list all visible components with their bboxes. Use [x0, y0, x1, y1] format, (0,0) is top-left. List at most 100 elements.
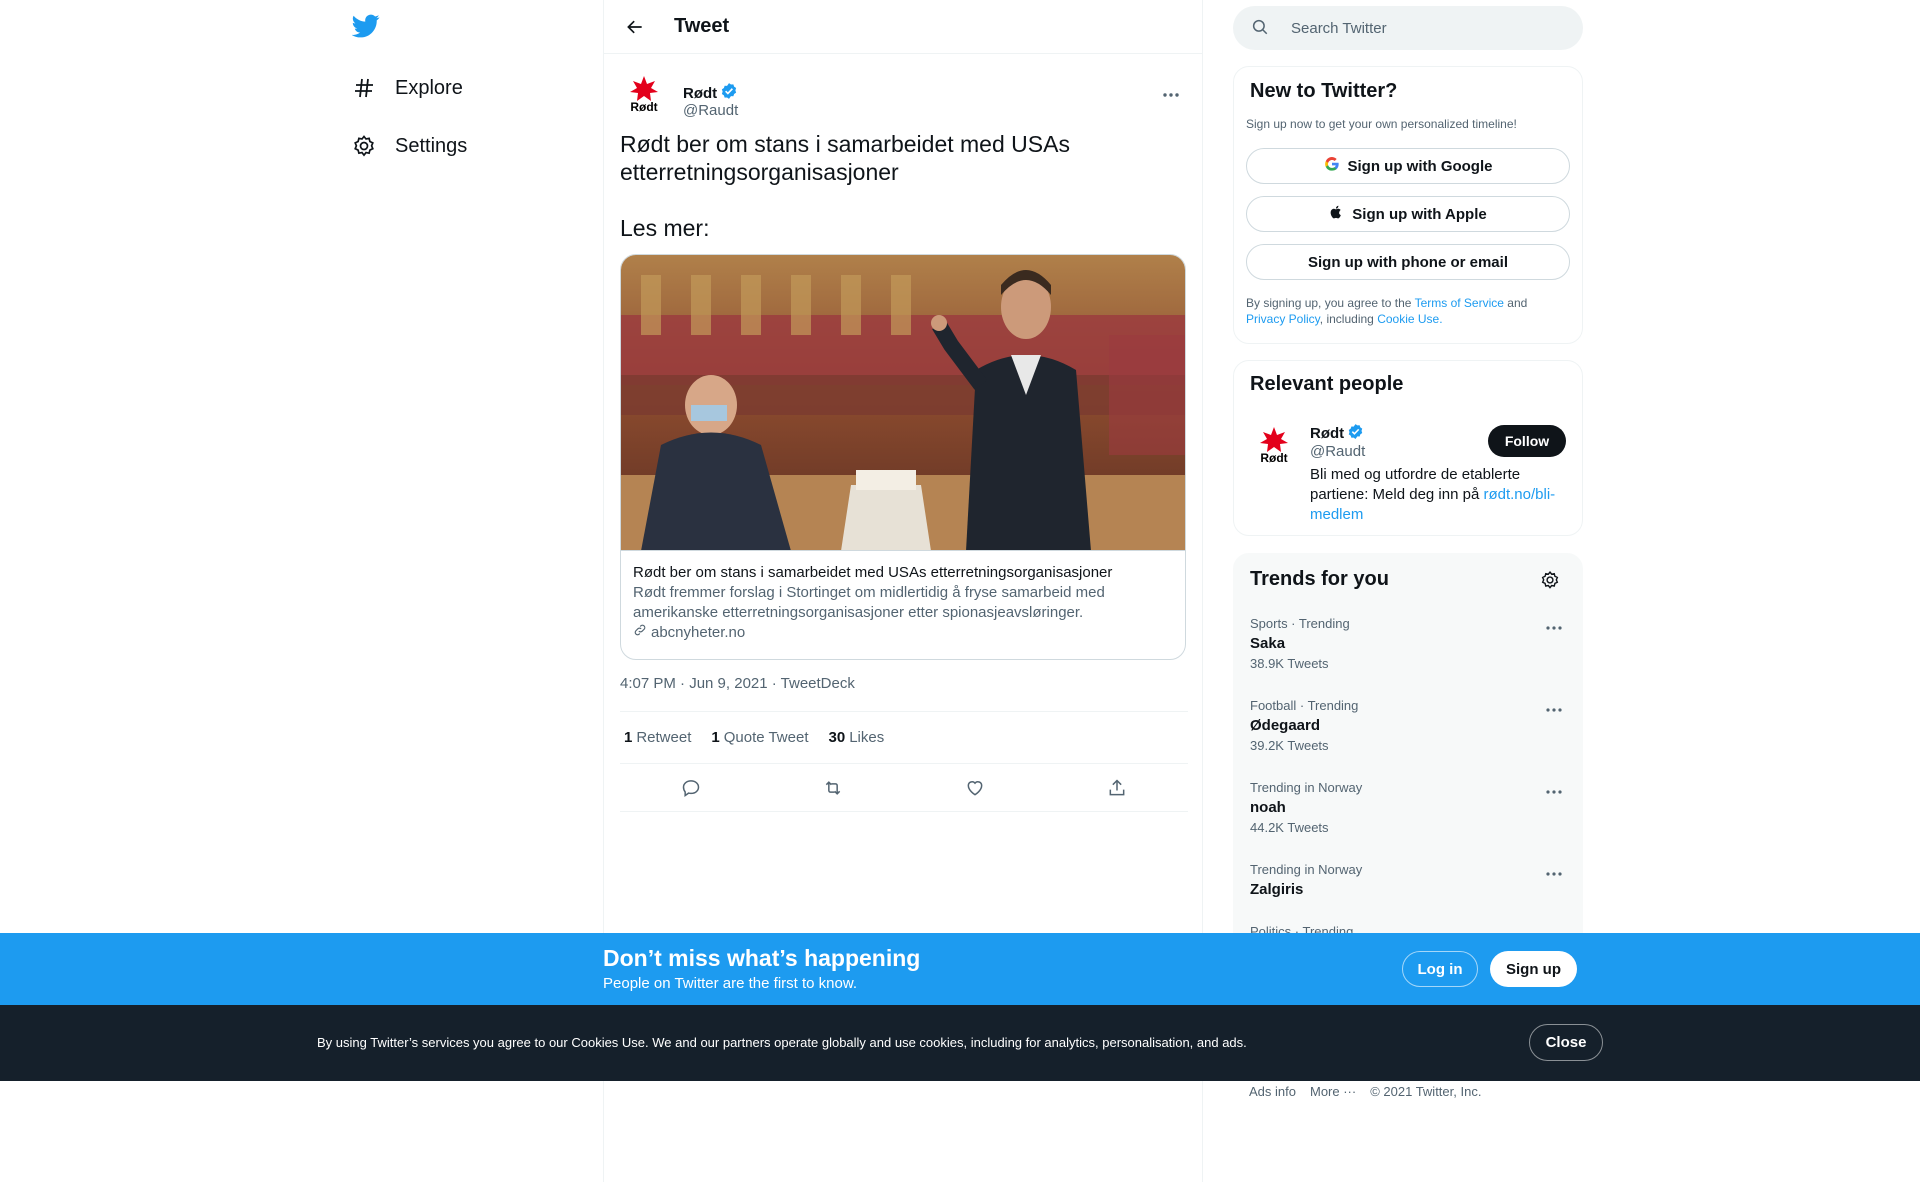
quotes-stat[interactable]: 1 Quote Tweet — [711, 729, 808, 746]
retweets-count: 1 — [624, 729, 633, 746]
page-title: Tweet — [674, 15, 730, 37]
legal-text: By signing up, you agree to the — [1246, 296, 1412, 310]
tweet-timestamp[interactable]: 4:07 PM · Jun 9, 2021 · TweetDeck — [620, 675, 855, 692]
back-arrow-icon[interactable] — [618, 10, 652, 44]
like-icon[interactable] — [956, 769, 994, 807]
relevant-name[interactable]: Rødt — [1310, 423, 1364, 444]
banner-title: Don’t miss what’s happening — [603, 945, 921, 971]
more-options-icon[interactable] — [1542, 698, 1566, 722]
copyright: © 2021 Twitter, Inc. — [1370, 1084, 1482, 1099]
cookie-text: By using Twitter’s services you agree to… — [317, 1035, 1247, 1050]
share-icon[interactable] — [1098, 769, 1136, 807]
card-domain: abcnyheter.no — [633, 623, 1173, 643]
signup-panel: New to Twitter? Sign up now to get your … — [1233, 66, 1583, 344]
sign-up-button[interactable]: Sign up — [1490, 951, 1577, 987]
author-name[interactable]: Rødt — [683, 82, 738, 104]
avatar-text: Rødt — [630, 100, 657, 114]
follow-button[interactable]: Follow — [1488, 425, 1566, 457]
trend-name: noah — [1250, 799, 1286, 816]
quotes-count: 1 — [711, 729, 720, 746]
ads-info-link[interactable]: Ads info — [1249, 1084, 1296, 1099]
trend-item[interactable]: Sports · Trending Saka 38.9K Tweets — [1250, 616, 1568, 698]
cookie-bar: By using Twitter’s services you agree to… — [0, 1005, 1920, 1081]
sign-up-phone-label: Sign up with phone or email — [1307, 253, 1508, 271]
trend-item[interactable]: Trending in Norway noah 44.2K Tweets — [1250, 780, 1568, 862]
nav-label: Explore — [395, 76, 463, 99]
legal-text: and — [1507, 296, 1528, 310]
card-domain-text: abcnyheter.no — [651, 624, 746, 641]
retweets-label: Retweet — [636, 729, 692, 746]
reply-icon[interactable] — [672, 769, 710, 807]
author-name-text: Rødt — [683, 84, 718, 102]
relevant-people-panel: Relevant people Rødt Rødt @Raudt Follow … — [1233, 360, 1583, 536]
tweet-author: Rødt Rødt @Raudt — [620, 68, 1188, 119]
more-options-icon[interactable] — [1156, 80, 1186, 110]
signup-banner: Don’t miss what’s happening People on Tw… — [0, 933, 1920, 1005]
trend-context: Trending in Norway — [1250, 862, 1363, 877]
trends-panel: Trends for you Sports · Trending Saka 38… — [1233, 553, 1583, 973]
log-in-button[interactable]: Log in — [1402, 951, 1478, 987]
nav-item-explore[interactable]: Explore — [350, 65, 463, 111]
signup-legal: By signing up, you agree to the Terms of… — [1246, 295, 1576, 327]
card-description: Rødt fremmer forslag i Stortinget om mid… — [633, 584, 1105, 621]
tweet-text-line: Les mer: — [620, 215, 710, 241]
search-box[interactable]: Search Twitter — [1233, 6, 1583, 50]
tweet-actions — [620, 764, 1188, 812]
sign-up-google-button[interactable]: Sign up with Google — [1246, 148, 1570, 184]
more-options-icon[interactable] — [1542, 616, 1566, 640]
search-icon — [1251, 18, 1271, 38]
signup-subtitle: Sign up now to get your own personalized… — [1246, 117, 1517, 131]
trend-context: Football · Trending — [1250, 698, 1359, 713]
card-body: Rødt ber om stans i samarbeidet med USAs… — [621, 551, 1185, 655]
likes-count: 30 — [828, 729, 846, 746]
sign-up-google-label: Sign up with Google — [1347, 157, 1493, 175]
nav-item-settings[interactable]: Settings — [350, 123, 467, 169]
apple-icon — [1329, 204, 1344, 224]
trend-context: Trending in Norway — [1250, 780, 1363, 795]
trend-context: Sports · Trending — [1250, 616, 1350, 631]
twitter-logo-icon[interactable] — [351, 12, 382, 42]
legal-text: , including — [1319, 312, 1374, 326]
relevant-handle[interactable]: @Raudt — [1310, 443, 1365, 460]
avatar[interactable]: Rødt — [1250, 421, 1298, 469]
trend-name: Ødegaard — [1250, 717, 1321, 734]
trends-settings-gear-icon[interactable] — [1540, 570, 1562, 592]
likes-label: Likes — [849, 729, 885, 746]
avatar[interactable]: Rødt — [620, 70, 668, 118]
more-link[interactable]: More ··· — [1310, 1084, 1356, 1099]
trend-count: 44.2K Tweets — [1250, 820, 1329, 835]
author-handle[interactable]: @Raudt — [683, 102, 738, 119]
card-title: Rødt ber om stans i samarbeidet med USAs… — [633, 564, 1113, 581]
tweet-text: Rødt ber om stans i samarbeidet med USAs… — [620, 130, 1188, 242]
trend-name: Zalgiris — [1250, 881, 1304, 898]
hashtag-icon — [350, 74, 378, 102]
signup-title: New to Twitter? — [1250, 80, 1398, 102]
trend-count: 38.9K Tweets — [1250, 656, 1329, 671]
more-options-icon[interactable] — [1542, 780, 1566, 804]
verified-badge-icon — [720, 82, 738, 104]
sign-up-apple-button[interactable]: Sign up with Apple — [1246, 196, 1570, 232]
relevant-bio: Bli med og utfordre de etablerte partien… — [1310, 465, 1572, 525]
terms-link[interactable]: Terms of Service — [1415, 296, 1504, 310]
verified-badge-icon — [1347, 423, 1364, 444]
relevant-name-text: Rødt — [1310, 425, 1345, 442]
trend-count: 39.2K Tweets — [1250, 738, 1329, 753]
trend-item[interactable]: Football · Trending Ødegaard 39.2K Tweet… — [1250, 698, 1568, 780]
search-input[interactable]: Search Twitter — [1291, 20, 1387, 37]
quotes-label: Quote Tweet — [723, 729, 809, 746]
card-image — [621, 255, 1185, 551]
retweet-icon[interactable] — [814, 769, 852, 807]
close-button[interactable]: Close — [1529, 1024, 1603, 1061]
more-options-icon[interactable] — [1542, 862, 1566, 886]
google-icon — [1324, 156, 1340, 176]
retweets-stat[interactable]: 1 Retweet — [624, 729, 691, 746]
link-card[interactable]: Rødt ber om stans i samarbeidet med USAs… — [620, 254, 1186, 660]
tweet-stats: 1 Retweet 1 Quote Tweet 30 Likes — [620, 711, 1188, 764]
sign-up-phone-button[interactable]: Sign up with phone or email — [1246, 244, 1570, 280]
gear-icon — [350, 132, 378, 160]
footer: Ads info More ··· © 2021 Twitter, Inc. — [1249, 1084, 1481, 1099]
relevant-title: Relevant people — [1250, 373, 1404, 395]
cookie-link[interactable]: Cookie Use. — [1377, 312, 1442, 326]
privacy-link[interactable]: Privacy Policy — [1246, 312, 1320, 326]
likes-stat[interactable]: 30 Likes — [829, 729, 885, 746]
